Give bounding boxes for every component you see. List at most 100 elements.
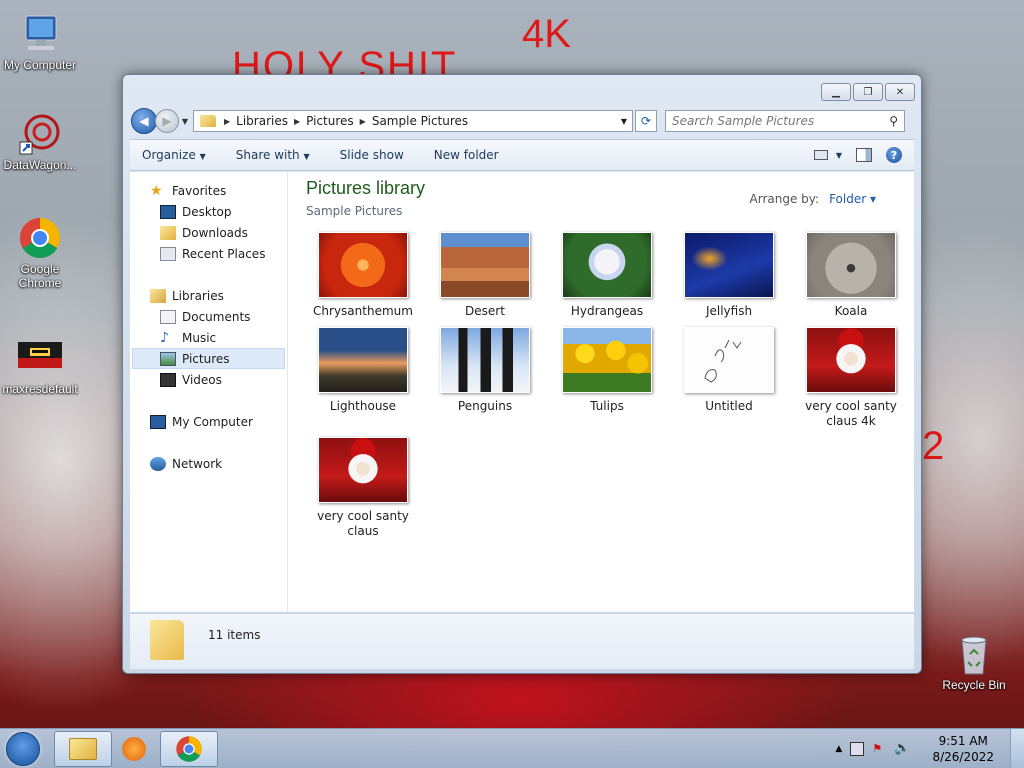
nav-item-label: My Computer (172, 414, 253, 429)
nav-item-my-computer[interactable]: My Computer (130, 411, 287, 432)
taskbar-explorer-button[interactable] (54, 730, 112, 767)
chevron-right-icon[interactable]: ▶ (224, 117, 230, 126)
media-player-icon (122, 736, 146, 761)
show-hidden-icons-icon[interactable]: ▲ (835, 744, 842, 754)
computer-icon (150, 414, 166, 429)
file-item[interactable]: very cool santy claus (302, 437, 424, 539)
share-with-button[interactable]: Share with ▼ (236, 148, 310, 162)
file-item[interactable]: Untitled (668, 327, 790, 429)
nav-item-label: Libraries (172, 288, 224, 303)
desktop-icon-label: maxresdefault (2, 382, 78, 396)
nav-item-pictures[interactable]: Pictures (132, 348, 285, 369)
nav-item-label: Desktop (182, 204, 232, 219)
back-button[interactable]: ◀ (131, 108, 157, 134)
arrange-by: Arrange by: Folder ▾ (750, 192, 876, 206)
arrange-by-label: Arrange by: (749, 192, 820, 206)
clock[interactable]: 9:51 AM 8/26/2022 (932, 733, 994, 765)
file-item[interactable]: Penguins (424, 327, 546, 429)
desktop-icon (160, 204, 176, 219)
nav-item-documents[interactable]: Documents (130, 306, 287, 327)
preview-pane-button[interactable] (856, 148, 872, 162)
nav-item-videos[interactable]: Videos (130, 369, 287, 390)
desktop-icon-recycle-bin[interactable]: Recycle Bin (934, 632, 1014, 692)
organize-label: Organize (142, 148, 196, 162)
file-item[interactable]: Chrysanthemum (302, 232, 424, 319)
downloads-folder-icon (160, 225, 176, 240)
nav-item-label: Network (172, 456, 223, 471)
file-item[interactable]: very cool santy claus 4k (790, 327, 912, 429)
chevron-right-icon[interactable]: ▶ (294, 117, 300, 126)
file-name: very cool santy claus (317, 509, 409, 538)
desktop-icon-datawagon[interactable]: DataWagon... (0, 112, 80, 172)
chrome-icon (18, 216, 62, 260)
toolbar-right: ▼ ? (813, 147, 902, 163)
desktop-icon-label: Google Chrome (18, 262, 62, 290)
computer-icon (18, 12, 62, 56)
videos-icon (160, 372, 176, 387)
clock-time: 9:51 AM (938, 733, 988, 748)
libraries-icon (150, 288, 166, 303)
volume-icon[interactable]: 🔈 (894, 741, 910, 756)
datawagon-icon (18, 112, 62, 156)
file-grid: Chrysanthemum Desert Hydrangeas Jellyfis… (302, 232, 912, 539)
taskbar-chrome-button[interactable] (160, 730, 218, 767)
refresh-button[interactable]: ⟳ (635, 110, 657, 132)
new-folder-button[interactable]: New folder (434, 148, 499, 162)
desktop-icon-my-computer[interactable]: My Computer (0, 12, 80, 72)
arrange-by-dropdown[interactable]: Folder ▾ (829, 192, 876, 206)
desktop-icon-label: Recycle Bin (942, 678, 1006, 692)
network-tray-icon[interactable] (850, 741, 865, 756)
nav-item-recent-places[interactable]: Recent Places (130, 243, 287, 264)
file-item[interactable]: Lighthouse (302, 327, 424, 429)
nav-item-network[interactable]: Network (130, 453, 287, 474)
explorer-icon (69, 737, 97, 760)
chevron-down-icon: ▼ (835, 150, 842, 160)
breadcrumb-sample-pictures[interactable]: Sample Pictures (372, 114, 468, 128)
file-item[interactable]: Jellyfish (668, 232, 790, 319)
breadcrumb-libraries[interactable]: Libraries (236, 114, 288, 128)
file-name: Penguins (457, 399, 513, 413)
change-view-button[interactable]: ▼ (813, 150, 842, 160)
address-bar[interactable]: ▶ Libraries ▶ Pictures ▶ Sample Pictures… (193, 110, 633, 132)
file-item[interactable]: Desert (424, 232, 546, 319)
show-desktop-button[interactable] (1010, 728, 1024, 768)
nav-item-downloads[interactable]: Downloads (130, 222, 287, 243)
file-name: Chrysanthemum (313, 304, 413, 318)
forward-button[interactable]: ▶ (155, 109, 179, 133)
address-dropdown-icon[interactable]: ▼ (616, 117, 632, 126)
file-name: Koala (834, 304, 868, 318)
file-name: Tulips (590, 399, 624, 413)
view-icon (813, 150, 828, 160)
clock-date: 8/26/2022 (932, 749, 994, 764)
desktop-icon-google-chrome[interactable]: Google Chrome (0, 216, 80, 290)
search-input[interactable]: Search Sample Pictures ⚲ (665, 110, 905, 132)
nav-item-desktop[interactable]: Desktop (130, 201, 287, 222)
close-button[interactable]: ✕ (885, 83, 915, 101)
taskbar-media-player-button[interactable] (116, 731, 152, 767)
search-placeholder: Search Sample Pictures (672, 114, 815, 128)
image-thumbnail (318, 327, 408, 393)
recycle-bin-icon (952, 632, 996, 676)
minimize-button[interactable]: ▁ (821, 83, 851, 101)
nav-item-label: Videos (182, 372, 222, 387)
recent-pages-dropdown[interactable]: ▼ (179, 117, 191, 126)
maximize-button[interactable]: ❐ (853, 83, 883, 101)
start-button[interactable] (0, 729, 46, 768)
chevron-right-icon[interactable]: ▶ (360, 117, 366, 126)
pictures-icon (160, 351, 176, 366)
music-icon: ♪ (160, 329, 169, 346)
help-icon[interactable]: ? (886, 147, 902, 163)
desktop-icon-maxresdefault[interactable]: maxresdefault (0, 336, 80, 396)
file-item[interactable]: Tulips (546, 327, 668, 429)
nav-item-favorites[interactable]: ★ Favorites (130, 180, 287, 201)
breadcrumb-pictures[interactable]: Pictures (306, 114, 354, 128)
search-icon[interactable]: ⚲ (889, 114, 898, 128)
file-item[interactable]: Koala (790, 232, 912, 319)
image-file-icon (18, 336, 62, 380)
nav-item-libraries[interactable]: Libraries (130, 285, 287, 306)
file-item[interactable]: Hydrangeas (546, 232, 668, 319)
nav-item-music[interactable]: ♪ Music (130, 327, 287, 348)
action-center-icon[interactable]: ⚑ (872, 742, 886, 756)
organize-button[interactable]: Organize ▼ (142, 148, 206, 162)
slide-show-button[interactable]: Slide show (340, 148, 404, 162)
